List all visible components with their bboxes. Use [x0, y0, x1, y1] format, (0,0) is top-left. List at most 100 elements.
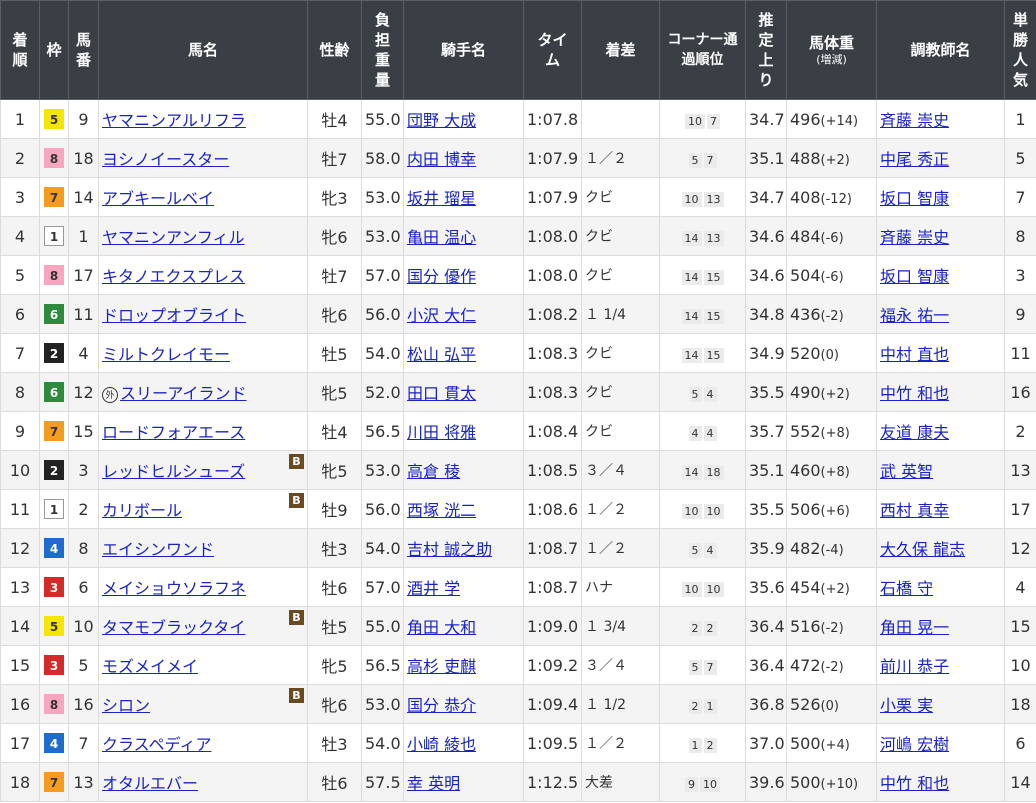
horse-name-link[interactable]: スリーアイランド	[120, 384, 247, 403]
waku-badge: 2	[44, 343, 64, 364]
horse-name-cell: ヤマニンアルリフラ	[98, 99, 308, 139]
horse-number-cell: 11	[68, 294, 99, 334]
agari-cell: 34.7	[745, 177, 787, 217]
horse-name-link[interactable]: オタルエバー	[102, 774, 198, 793]
horse-name-link[interactable]: レッドヒルシューズ	[102, 462, 245, 481]
header-margin: 着差	[581, 0, 660, 100]
trainer-link[interactable]: 石橋 守	[880, 579, 933, 598]
jockey-link[interactable]: 角田 大和	[407, 618, 476, 637]
trainer-link[interactable]: 坂口 智康	[880, 267, 949, 286]
jockey-link[interactable]: 小沢 大仁	[407, 306, 476, 325]
jockey-link[interactable]: 田口 貫太	[407, 384, 476, 403]
header-margin-text: 着差	[605, 41, 636, 59]
jockey-cell: 酒井 学	[403, 567, 524, 607]
corner-cell: 14 15	[659, 333, 746, 373]
jockey-link[interactable]: 川田 将雅	[407, 423, 476, 442]
trainer-cell: 角田 晃一	[876, 606, 1005, 646]
bodyweight-change: (0)	[820, 347, 839, 363]
trainer-link[interactable]: 小栗 実	[880, 696, 933, 715]
trainer-link[interactable]: 斉藤 崇史	[880, 228, 949, 247]
horse-name-link[interactable]: ヤマニンアルリフラ	[102, 111, 246, 130]
trainer-link[interactable]: 斉藤 崇史	[880, 111, 949, 130]
corner-position: 2	[688, 621, 702, 636]
margin-cell: １／２	[581, 723, 660, 763]
time-cell: 1:08.7	[523, 567, 582, 607]
margin-cell: ３／４	[581, 645, 660, 685]
waku-badge: 5	[44, 616, 64, 637]
sex-age-cell: 牡5	[307, 606, 362, 646]
jockey-link[interactable]: 松山 弘平	[407, 345, 476, 364]
horse-name-link[interactable]: クラスペディア	[102, 735, 211, 754]
horse-number-cell: 7	[68, 723, 99, 763]
trainer-link[interactable]: 中尾 秀正	[880, 150, 949, 169]
trainer-link[interactable]: 前川 恭子	[880, 657, 949, 676]
trainer-link[interactable]: 角田 晃一	[880, 618, 949, 637]
jockey-link[interactable]: 国分 恭介	[407, 696, 476, 715]
jockey-link[interactable]: 吉村 誠之助	[407, 540, 492, 559]
horse-name-link[interactable]: ドロップオブライト	[102, 306, 246, 325]
trainer-link[interactable]: 中竹 和也	[880, 774, 949, 793]
bodyweight-cell: 454(+2)	[786, 567, 877, 607]
corner-position: 14	[681, 270, 702, 285]
corner-position: 14	[681, 231, 702, 246]
trainer-link[interactable]: 中竹 和也	[880, 384, 949, 403]
corner-position: 5	[688, 660, 702, 675]
trainer-cell: 中尾 秀正	[876, 138, 1005, 178]
popularity-cell: 14	[1004, 762, 1036, 802]
header-name: 馬名	[98, 0, 308, 100]
corner-position: 2	[703, 738, 717, 753]
bodyweight-value: 520	[790, 343, 821, 363]
jockey-link[interactable]: 高倉 稜	[407, 462, 460, 481]
jockey-link[interactable]: 団野 大成	[407, 111, 476, 130]
bodyweight-value: 516	[790, 616, 821, 636]
bodyweight-cell: 526(0)	[786, 684, 877, 724]
jockey-link[interactable]: 内田 博幸	[407, 150, 476, 169]
horse-name-link[interactable]: エイシンワンド	[102, 540, 214, 559]
jockey-link[interactable]: 幸 英明	[407, 774, 460, 793]
trainer-link[interactable]: 友道 康夫	[880, 423, 949, 442]
trainer-link[interactable]: 大久保 龍志	[880, 540, 965, 559]
bodyweight-value: 500	[790, 733, 821, 753]
horse-name-link[interactable]: シロン	[102, 696, 150, 715]
table-row: 10 2 3 レッドヒルシューズ B 牝5 53.0 高倉 稜 1:08.5 ３／４ 14 18 35.…	[0, 450, 1036, 490]
jockey-link[interactable]: 小崎 綾也	[407, 735, 476, 754]
corner-positions: 10 10	[681, 578, 725, 597]
corner-positions: 21	[688, 695, 718, 714]
horse-name-link[interactable]: モズメイメイ	[102, 657, 198, 676]
bodyweight-value: 504	[790, 265, 821, 285]
trainer-link[interactable]: 坂口 智康	[880, 189, 949, 208]
jockey-link[interactable]: 国分 優作	[407, 267, 476, 286]
horse-name-link[interactable]: ヤマニンアンフィル	[102, 228, 245, 247]
trainer-link[interactable]: 中村 直也	[880, 345, 949, 364]
jockey-link[interactable]: 酒井 学	[407, 579, 460, 598]
weight-cell: 55.0	[361, 606, 404, 646]
jockey-link[interactable]: 坂井 瑠星	[407, 189, 476, 208]
horse-name-link[interactable]: ヨシノイースター	[102, 150, 229, 169]
horse-name-link[interactable]: タマモブラックタイ	[102, 618, 245, 637]
horse-name-link[interactable]: ミルトクレイモー	[102, 345, 230, 364]
trainer-link[interactable]: 西村 真幸	[880, 501, 949, 520]
header-corner-text: コーナー通過順位	[667, 32, 738, 68]
horse-name-link[interactable]: カリボール	[102, 501, 182, 520]
horse-name-link[interactable]: アブキールベイ	[102, 189, 214, 208]
horse-name-link[interactable]: メイショウソラフネ	[102, 579, 246, 598]
bodyweight-cell: 482(-4)	[786, 528, 877, 568]
table-row: 7 2 4 ミルトクレイモー 牡5 54.0 松山 弘平 1:08.3 クビ 14 15 34.9 52…	[0, 333, 1036, 373]
jockey-link[interactable]: 高杉 吏麒	[407, 657, 476, 676]
waku-badge: 5	[44, 109, 64, 130]
jockey-cell: 国分 恭介	[403, 684, 524, 724]
horse-name-link[interactable]: キタノエクスプレス	[102, 267, 245, 286]
bodyweight-value: 506	[790, 499, 821, 519]
agari-cell: 34.6	[745, 255, 787, 295]
waku-cell: 6	[39, 372, 69, 412]
trainer-link[interactable]: 武 英智	[880, 462, 933, 481]
trainer-link[interactable]: 河嶋 宏樹	[880, 735, 949, 754]
jockey-link[interactable]: 西塚 洸二	[407, 501, 476, 520]
corner-position: 18	[703, 465, 724, 480]
horse-name-link[interactable]: ロードフォアエース	[102, 423, 245, 442]
trainer-link[interactable]: 福永 祐一	[880, 306, 949, 325]
jockey-link[interactable]: 亀田 温心	[407, 228, 476, 247]
bodyweight-cell: 506(+6)	[786, 489, 877, 529]
bodyweight-value: 460	[790, 460, 821, 480]
bodyweight-change: (+2)	[820, 581, 850, 597]
